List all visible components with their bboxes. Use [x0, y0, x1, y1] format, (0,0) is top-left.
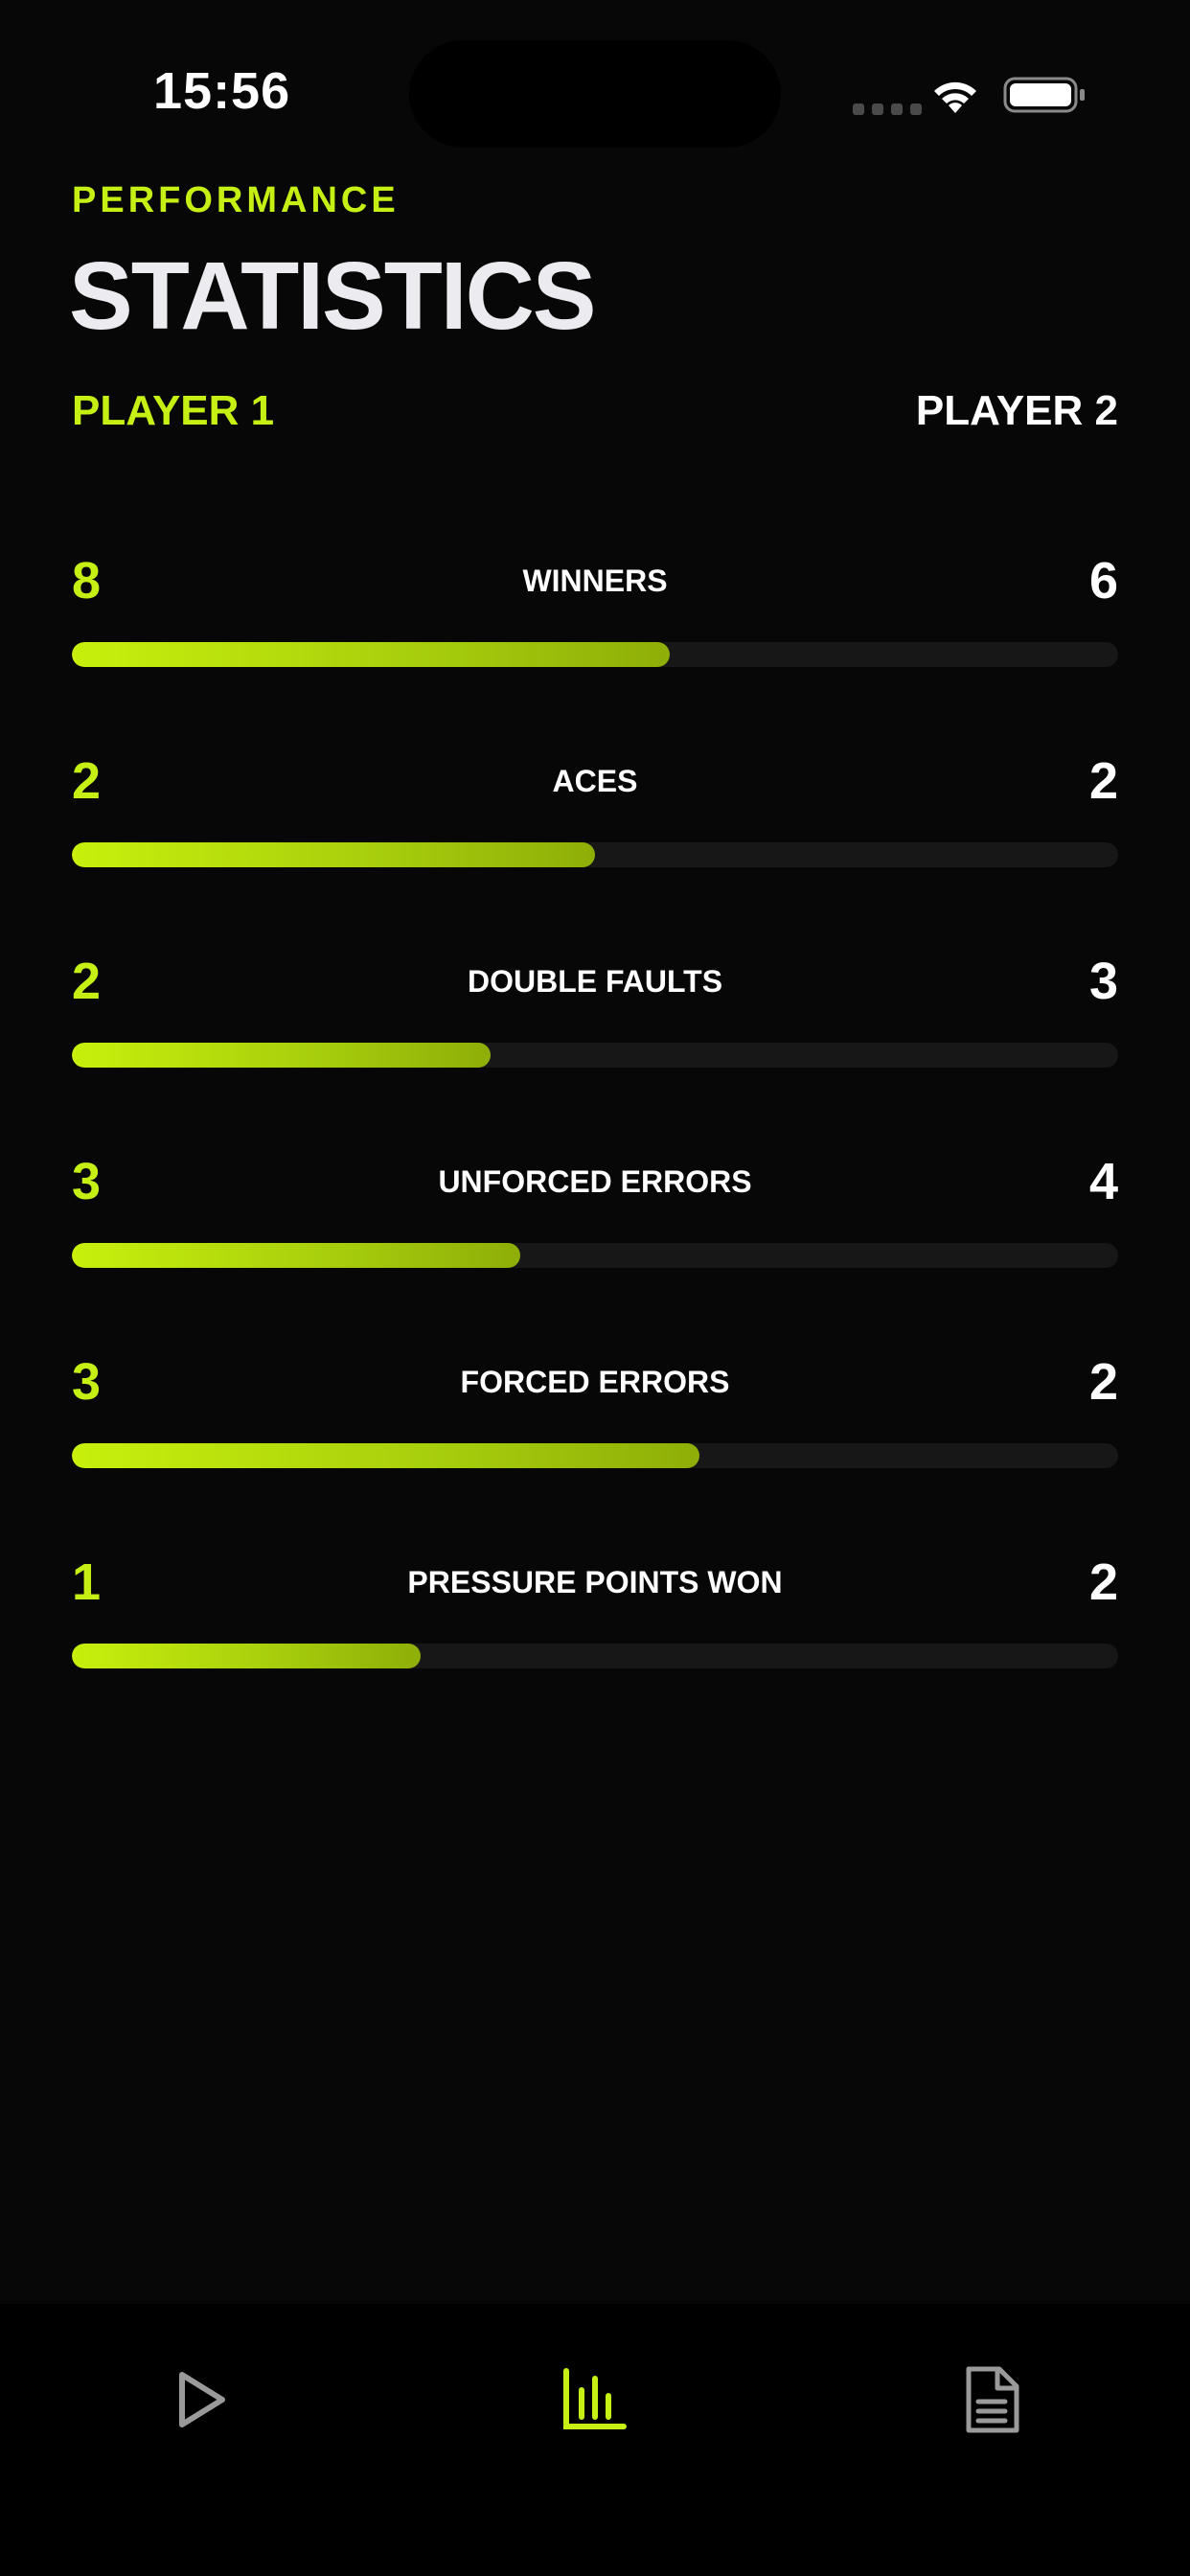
stat-label: DOUBLE FAULTS — [467, 964, 723, 999]
stat-comparison-bar — [72, 1644, 1118, 1668]
player-1-share-fill — [72, 1043, 491, 1068]
stat-comparison-bar — [72, 1243, 1118, 1268]
wifi-icon — [934, 81, 976, 113]
dynamic-island — [409, 40, 781, 148]
player-2-value: 4 — [1088, 1153, 1118, 1210]
player-1-share-fill — [72, 1443, 700, 1468]
stat-comparison-bar — [72, 642, 1118, 667]
stat-label: WINNERS — [522, 564, 668, 598]
section-eyebrow: PERFORMANCE — [72, 180, 400, 220]
battery-icon — [1003, 77, 1085, 113]
play-icon — [179, 2372, 225, 2427]
player-2-value: 3 — [1088, 953, 1118, 1010]
bar-chart-icon — [563, 2368, 627, 2429]
status-time: 15:56 — [153, 62, 291, 120]
document-icon — [966, 2366, 1019, 2433]
stat-row-aces: 2 ACES 2 — [72, 750, 1118, 875]
stat-comparison-bar — [72, 1443, 1118, 1468]
stat-row-pressure-points-won: 1 PRESSURE POINTS WON 2 — [72, 1552, 1118, 1676]
tab-bar — [0, 2304, 1190, 2576]
tab-play[interactable] — [142, 2342, 257, 2457]
player-1-share-fill — [72, 842, 595, 867]
player-2-value: 2 — [1088, 1553, 1118, 1611]
player-1-share-fill — [72, 642, 670, 667]
stat-row-winners: 8 WINNERS 6 — [72, 550, 1118, 675]
player-2-value: 2 — [1088, 1353, 1118, 1411]
stat-comparison-bar — [72, 842, 1118, 867]
player-1-share-fill — [72, 1644, 421, 1668]
stat-label: FORCED ERRORS — [460, 1365, 730, 1399]
stat-row-forced-errors: 3 FORCED ERRORS 2 — [72, 1351, 1118, 1476]
player-2-label: PLAYER 2 — [915, 387, 1118, 434]
stat-label: ACES — [552, 764, 638, 798]
stat-label: UNFORCED ERRORS — [438, 1164, 752, 1199]
tab-statistics[interactable] — [538, 2342, 652, 2457]
stat-row-double-faults: 2 DOUBLE FAULTS 3 — [72, 951, 1118, 1075]
player-1-share-fill — [72, 1243, 521, 1268]
player-2-value: 2 — [1088, 752, 1118, 810]
stat-row-unforced-errors: 3 UNFORCED ERRORS 4 — [72, 1151, 1118, 1276]
tab-notes[interactable] — [934, 2342, 1049, 2457]
cellular-signal-icon — [853, 104, 922, 115]
page-title: STATISTICS — [69, 242, 597, 350]
player-2-value: 6 — [1088, 552, 1118, 610]
status-bar: 15:56 — [0, 0, 1190, 192]
player-1-label: PLAYER 1 — [72, 387, 275, 434]
stat-label: PRESSURE POINTS WON — [407, 1565, 783, 1599]
stat-comparison-bar — [72, 1043, 1118, 1068]
